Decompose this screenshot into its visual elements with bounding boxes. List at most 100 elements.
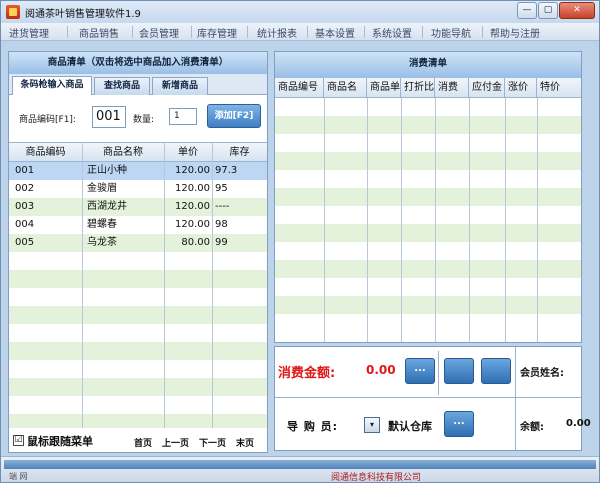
table-row[interactable]: 001 正山小种 120.00 97.3 <box>9 162 267 180</box>
column-divider <box>212 142 213 428</box>
action-button[interactable] <box>481 358 511 384</box>
follow-menu-label[interactable]: 鼠标跟随菜单 <box>27 433 93 449</box>
warehouse-action-button[interactable]: ... <box>444 411 474 437</box>
menu-separator <box>191 26 192 38</box>
row-name: 乌龙茶 <box>87 237 117 248</box>
table-row[interactable]: 005 乌龙茶 80.00 99 <box>9 234 267 252</box>
menu-purchase[interactable]: 进货管理 <box>9 25 49 40</box>
status-left-text: 端 网 <box>9 472 28 481</box>
tab-find-product[interactable]: 查找商品 <box>94 77 150 95</box>
empty-row <box>275 206 581 224</box>
column-header[interactable]: 商品名 <box>324 78 367 98</box>
column-header[interactable]: 商品编码 <box>9 143 82 162</box>
menu-separator <box>67 26 68 38</box>
empty-row <box>275 296 581 314</box>
empty-row <box>9 288 267 306</box>
column-divider <box>435 98 436 342</box>
company-link[interactable]: 阅通信息科技有限公司 <box>331 470 421 483</box>
close-button[interactable]: ✕ <box>559 2 595 19</box>
column-header[interactable]: 商品名称 <box>82 143 164 162</box>
menu-separator <box>307 26 308 38</box>
window-title: 阅通茶叶销售管理软件1.9 <box>25 9 141 20</box>
row-price: 120.00 <box>175 219 210 230</box>
status-strip <box>4 460 596 469</box>
menu-inventory[interactable]: 库存管理 <box>197 25 237 40</box>
empty-row <box>275 134 581 152</box>
salesperson-dropdown-button[interactable]: ▾ <box>364 417 380 433</box>
empty-row <box>275 314 581 332</box>
amount-action-button[interactable]: ... <box>405 358 435 384</box>
follow-menu-checkbox[interactable]: ☑ <box>13 435 24 446</box>
column-divider <box>505 98 506 342</box>
quantity-label: 数量: <box>133 115 155 125</box>
row-name: 西湖龙井 <box>87 201 127 212</box>
divider <box>275 397 515 398</box>
row-stock: 95 <box>215 183 228 194</box>
divider <box>438 351 439 395</box>
minimize-button[interactable]: — <box>517 2 537 19</box>
column-header[interactable]: 消费 <box>435 78 469 98</box>
empty-row <box>275 278 581 296</box>
menu-separator <box>482 26 483 38</box>
last-page-link[interactable]: 末页 <box>236 436 254 449</box>
prev-page-link[interactable]: 上一页 <box>162 436 189 449</box>
column-divider <box>367 98 368 342</box>
menu-reports[interactable]: 统计报表 <box>257 25 297 40</box>
column-header[interactable]: 涨价 <box>505 78 537 98</box>
table-row[interactable]: 002 金骏眉 120.00 95 <box>9 180 267 198</box>
left-bottom-bar: ☑ 鼠标跟随菜单 首页 上一页 下一页 末页 <box>9 428 267 452</box>
product-tabs: 条码枪输入商品 查找商品 新增商品 <box>9 74 267 96</box>
tab-new-product[interactable]: 新增商品 <box>152 77 208 95</box>
maximize-button[interactable]: ▢ <box>538 2 558 19</box>
row-price: 120.00 <box>175 201 210 212</box>
app-window: 阅通茶叶销售管理软件1.9 — ▢ ✕ 进货管理 商品销售 会员管理 库存管理 … <box>0 0 600 483</box>
quantity-input[interactable]: 1 <box>169 108 197 125</box>
divider <box>515 347 516 450</box>
product-list-panel: 商品清单（双击将选中商品加入消费清单） 条码枪输入商品 查找商品 新增商品 商品… <box>8 51 268 453</box>
menu-basic-settings[interactable]: 基本设置 <box>315 25 355 40</box>
menu-system-settings[interactable]: 系统设置 <box>372 25 412 40</box>
balance-value: 0.00 <box>566 418 591 429</box>
column-divider <box>164 142 165 428</box>
column-header[interactable]: 单价 <box>164 143 212 162</box>
column-divider <box>401 98 402 342</box>
product-entry-area: 商品编码[F1]: 001 数量: 1 添加[F2] <box>9 95 267 142</box>
column-header[interactable]: 商品编号 <box>275 78 324 98</box>
checkout-summary: 消费金额: 0.00 ... 会员姓名: 导 购 员: ▾ 默认仓库 ... 余… <box>274 346 591 451</box>
column-header[interactable]: 特价 <box>537 78 581 98</box>
member-name-label: 会员姓名: <box>520 368 564 379</box>
title-bar: 阅通茶叶销售管理软件1.9 — ▢ ✕ <box>1 1 599 23</box>
empty-row <box>9 306 267 324</box>
next-page-link[interactable]: 下一页 <box>199 436 226 449</box>
menu-navigation[interactable]: 功能导航 <box>431 25 471 40</box>
add-button[interactable]: 添加[F2] <box>207 104 261 128</box>
product-list-header: 商品清单（双击将选中商品加入消费清单） <box>9 52 267 74</box>
table-row[interactable]: 003 西湖龙井 120.00 ---- <box>9 198 267 216</box>
column-header[interactable]: 商品单 <box>367 78 401 98</box>
tab-barcode-input[interactable]: 条码枪输入商品 <box>12 76 92 96</box>
column-divider <box>82 142 83 428</box>
column-header[interactable]: 应付金 <box>469 78 505 98</box>
empty-row <box>275 170 581 188</box>
menu-separator <box>247 26 248 38</box>
menu-help[interactable]: 帮助与注册 <box>490 25 540 40</box>
row-stock: 99 <box>215 237 228 248</box>
code-label: 商品编码[F1]: <box>19 115 76 125</box>
divider <box>515 397 581 398</box>
column-header[interactable]: 打折比 <box>401 78 435 98</box>
column-header[interactable]: 库存 <box>212 143 267 162</box>
first-page-link[interactable]: 首页 <box>134 436 152 449</box>
action-button[interactable] <box>444 358 474 384</box>
product-code-input[interactable]: 001 <box>92 106 126 128</box>
table-row[interactable]: 004 碧螺春 120.00 98 <box>9 216 267 234</box>
menu-sales[interactable]: 商品销售 <box>79 25 119 40</box>
order-list-header: 消费清单 <box>275 52 581 78</box>
empty-row <box>275 188 581 206</box>
salesperson-label: 导 购 员: <box>287 420 339 433</box>
empty-row <box>9 270 267 288</box>
empty-row <box>275 116 581 134</box>
column-divider <box>537 98 538 342</box>
row-code: 003 <box>15 201 35 212</box>
row-stock: 98 <box>215 219 228 230</box>
menu-members[interactable]: 会员管理 <box>139 25 179 40</box>
